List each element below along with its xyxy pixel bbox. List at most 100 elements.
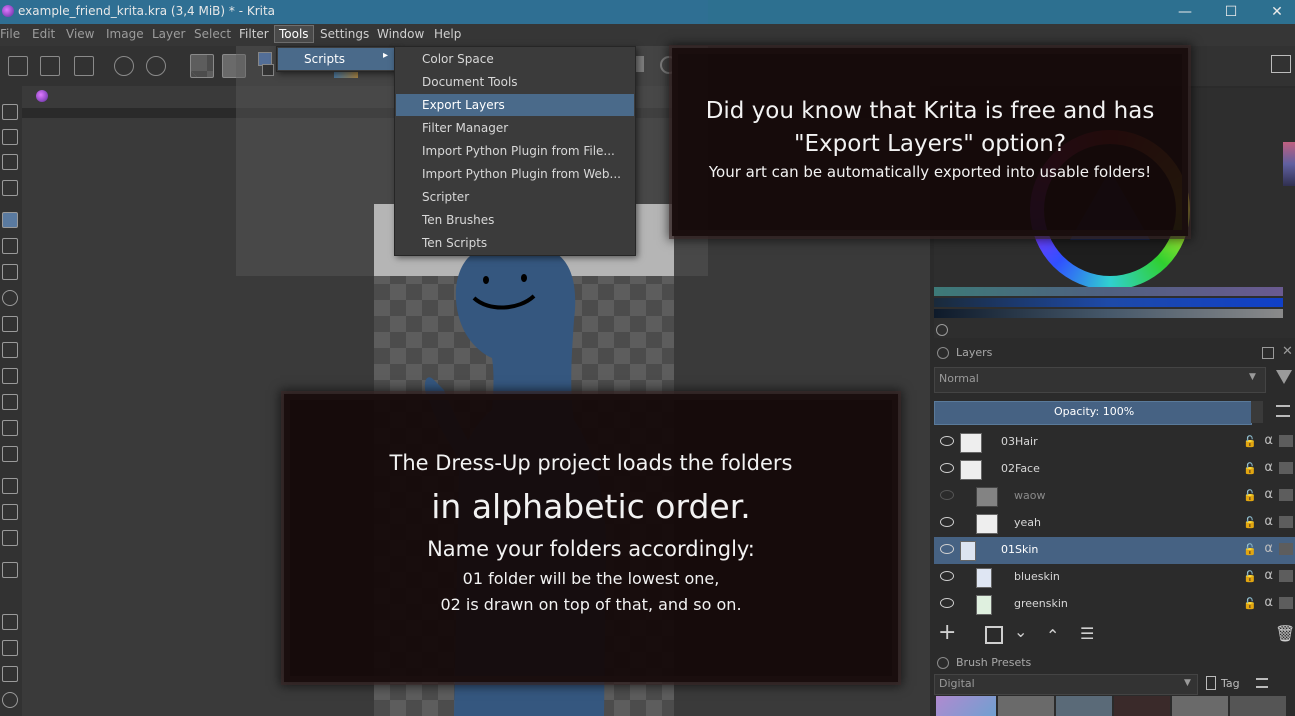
visibility-eye-icon[interactable] [940, 544, 954, 554]
brush-preset-thumb[interactable] [936, 696, 996, 716]
assistant-tool-icon[interactable] [2, 692, 18, 708]
menu-filter[interactable]: Filter [239, 27, 269, 41]
move-layer-up-icon[interactable]: ⌃ [1046, 626, 1059, 645]
brush-preset-thumb[interactable] [1230, 696, 1286, 716]
color-history-swatches[interactable] [1283, 142, 1295, 186]
bezier-tool-icon[interactable] [2, 368, 18, 384]
brush-preset-thumb[interactable] [1172, 696, 1228, 716]
inherit-alpha-icon[interactable] [1279, 570, 1293, 582]
menu-item-import-plugin-file[interactable]: Import Python Plugin from File... [396, 140, 634, 162]
dynamic-brush-icon[interactable] [2, 420, 18, 436]
inherit-alpha-icon[interactable] [1279, 462, 1293, 474]
menu-item-scripter[interactable]: Scripter [396, 186, 634, 208]
visibility-eye-icon[interactable] [940, 517, 954, 527]
alpha-lock-icon[interactable]: α [1264, 514, 1273, 529]
layer-row-02face[interactable]: 02Face 🔓 α [934, 456, 1295, 483]
undo-icon[interactable] [114, 56, 134, 76]
text-tool-icon[interactable] [2, 129, 18, 145]
brush-preset-thumb[interactable] [1114, 696, 1170, 716]
tag-button[interactable]: Tag [1221, 677, 1240, 690]
workspace-icon[interactable] [1271, 55, 1291, 73]
inherit-alpha-icon[interactable] [1279, 516, 1293, 528]
maximize-icon[interactable]: ☐ [1211, 2, 1251, 22]
lock-icon[interactable]: 🔓 [1243, 543, 1257, 556]
brush-preset-thumb[interactable] [998, 696, 1054, 716]
menu-item-document-tools[interactable]: Document Tools [396, 71, 634, 93]
alpha-lock-icon[interactable]: α [1264, 595, 1273, 610]
menu-select[interactable]: Select [194, 27, 231, 41]
transform-tool-icon[interactable] [2, 530, 18, 546]
add-layer-icon[interactable]: + [938, 620, 956, 645]
lock-icon[interactable]: 🔓 [1243, 435, 1257, 448]
refresh-icon[interactable] [936, 324, 948, 336]
menu-file[interactable]: File [0, 27, 20, 41]
ellipse-tool-icon[interactable] [2, 290, 18, 306]
alpha-lock-icon[interactable]: α [1264, 541, 1273, 556]
fill-tool-icon[interactable] [2, 666, 18, 682]
layer-row-blueskin[interactable]: blueskin 🔓 α [934, 564, 1295, 591]
float-panel-icon[interactable] [1262, 347, 1274, 359]
brush-preset-thumb[interactable] [1056, 696, 1112, 716]
filter-layers-icon[interactable] [1276, 370, 1292, 384]
inherit-alpha-icon[interactable] [1279, 489, 1293, 501]
visibility-eye-icon[interactable] [940, 463, 954, 473]
layer-row-03hair[interactable]: 03Hair 🔓 α [934, 429, 1295, 456]
polygon-tool-icon[interactable] [2, 316, 18, 332]
fill-pattern-icon[interactable] [190, 54, 214, 78]
visibility-eye-icon[interactable] [940, 598, 954, 608]
visibility-eye-icon[interactable] [940, 571, 954, 581]
lock-icon[interactable]: 🔓 [1243, 462, 1257, 475]
redo-icon[interactable] [146, 56, 166, 76]
move-tool-icon[interactable] [2, 504, 18, 520]
new-document-icon[interactable] [8, 56, 28, 76]
alpha-lock-icon[interactable]: α [1264, 433, 1273, 448]
brush-tool-icon[interactable] [2, 212, 18, 228]
multibrush-icon[interactable] [2, 446, 18, 462]
inherit-alpha-icon[interactable] [1279, 597, 1293, 609]
save-document-icon[interactable] [74, 56, 94, 76]
menu-item-filter-manager[interactable]: Filter Manager [396, 117, 634, 139]
calligraphy-icon[interactable] [2, 180, 18, 196]
lock-icon[interactable]: 🔓 [1243, 597, 1257, 610]
menu-item-color-space[interactable]: Color Space [396, 48, 634, 70]
inherit-alpha-icon[interactable] [1279, 543, 1293, 555]
rectangle-tool-icon[interactable] [2, 264, 18, 280]
delete-layer-icon[interactable]: 🗑 [1275, 624, 1295, 643]
menu-item-ten-brushes[interactable]: Ten Brushes [396, 209, 634, 231]
layer-row-01skin[interactable]: 01Skin 🔓 α [934, 537, 1295, 564]
menu-settings[interactable]: Settings [320, 27, 369, 41]
layer-menu-icon[interactable] [1276, 405, 1290, 417]
alpha-lock-icon[interactable]: α [1264, 460, 1273, 475]
menu-item-scripts[interactable]: Scripts [278, 48, 394, 70]
line-tool-icon[interactable] [2, 238, 18, 254]
edit-shape-icon[interactable] [2, 154, 18, 170]
hidden-eye-icon[interactable] [940, 490, 954, 500]
color-slider-3[interactable] [934, 309, 1283, 318]
menu-image[interactable]: Image [106, 27, 144, 41]
open-document-icon[interactable] [40, 56, 60, 76]
freehand-path-icon[interactable] [2, 394, 18, 410]
menu-layer[interactable]: Layer [152, 27, 185, 41]
visibility-eye-icon[interactable] [940, 436, 954, 446]
gradient-tool-icon[interactable] [2, 562, 18, 578]
move-layer-down-icon[interactable]: ⌄ [1014, 622, 1027, 641]
lock-icon[interactable]: 🔓 [1243, 516, 1257, 529]
lock-icon[interactable]: 🔓 [1243, 570, 1257, 583]
menu-item-export-layers[interactable]: Export Layers [396, 94, 634, 116]
color-picker-icon[interactable] [2, 614, 18, 630]
menu-tools[interactable]: Tools [274, 25, 314, 43]
layer-row-waow[interactable]: waow 🔓 α [934, 483, 1295, 510]
menu-view[interactable]: View [66, 27, 94, 41]
blend-mode-select[interactable] [934, 367, 1266, 393]
menu-item-import-plugin-web[interactable]: Import Python Plugin from Web... [396, 163, 634, 185]
color-slider-1[interactable] [934, 287, 1283, 296]
menu-edit[interactable]: Edit [32, 27, 55, 41]
menu-item-ten-scripts[interactable]: Ten Scripts [396, 232, 634, 254]
polyline-tool-icon[interactable] [2, 342, 18, 358]
brush-presets-menu-icon[interactable] [1256, 678, 1268, 688]
alpha-lock-icon[interactable]: α [1264, 568, 1273, 583]
minimize-icon[interactable]: — [1165, 2, 1205, 22]
color-slider-2[interactable] [934, 298, 1283, 307]
layer-properties-icon[interactable]: ☰ [1080, 624, 1094, 643]
alpha-lock-icon[interactable]: α [1264, 487, 1273, 502]
